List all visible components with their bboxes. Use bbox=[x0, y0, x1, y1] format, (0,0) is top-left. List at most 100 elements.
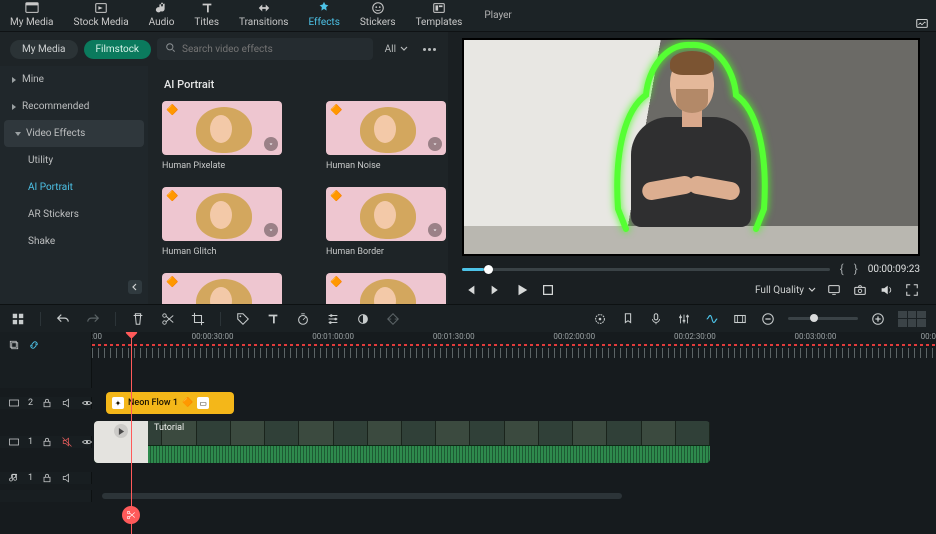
next-frame-button[interactable] bbox=[488, 282, 504, 298]
layout-button[interactable] bbox=[10, 311, 26, 327]
stop-button[interactable] bbox=[540, 282, 556, 298]
mixer-button[interactable] bbox=[676, 311, 692, 327]
tab-my-media[interactable]: My Media bbox=[0, 0, 64, 31]
zoom-fit-button[interactable] bbox=[898, 311, 926, 327]
tab-titles[interactable]: Titles bbox=[184, 0, 229, 31]
templates-icon bbox=[431, 1, 447, 15]
link-icon[interactable] bbox=[28, 339, 40, 351]
voiceover-button[interactable] bbox=[648, 311, 664, 327]
audio-track-head: 1 bbox=[0, 472, 92, 484]
fx-clip[interactable]: ✦ Neon Flow 1 🔶 ▭ bbox=[106, 392, 234, 414]
mark-out[interactable]: } bbox=[854, 262, 858, 276]
tab-label: Titles bbox=[194, 17, 219, 28]
effect-item[interactable]: 🔶 bbox=[162, 273, 282, 304]
volume-button[interactable] bbox=[878, 282, 894, 298]
sidebar-item-video-effects[interactable]: Video Effects bbox=[4, 120, 144, 147]
tab-effects[interactable]: Effects bbox=[298, 0, 349, 31]
keyframe-button[interactable] bbox=[385, 311, 401, 327]
preview-viewport[interactable] bbox=[462, 38, 920, 256]
lock-icon[interactable] bbox=[41, 397, 53, 409]
render-button[interactable] bbox=[592, 311, 608, 327]
progress-track[interactable] bbox=[462, 268, 830, 271]
premium-icon: 🔶 bbox=[330, 277, 342, 288]
sidebar-item-utility[interactable]: Utility bbox=[0, 147, 148, 174]
sidebar-label: AR Stickers bbox=[28, 209, 79, 220]
video-track-body[interactable]: Tutorial bbox=[92, 418, 936, 466]
collapse-sidebar[interactable] bbox=[128, 280, 142, 294]
preview-subject bbox=[596, 39, 786, 239]
zoom-in-button[interactable] bbox=[870, 311, 886, 327]
mute-icon[interactable] bbox=[61, 472, 73, 484]
stickers-icon bbox=[370, 1, 386, 15]
sidebar-item-ai-portrait[interactable]: AI Portrait bbox=[0, 174, 148, 201]
audio-track-body[interactable] bbox=[92, 466, 936, 490]
effect-item[interactable]: 🔶Human Glitch bbox=[162, 187, 282, 257]
zoom-slider[interactable] bbox=[788, 317, 858, 320]
adjust-button[interactable] bbox=[325, 311, 341, 327]
copy-track-icon[interactable] bbox=[8, 339, 20, 351]
more-menu[interactable] bbox=[420, 40, 438, 58]
effect-item[interactable]: 🔶 bbox=[326, 273, 446, 304]
transitions-icon bbox=[256, 1, 272, 15]
display-button[interactable] bbox=[826, 282, 842, 298]
effect-item[interactable]: 🔶Human Pixelate bbox=[162, 101, 282, 171]
search-input[interactable] bbox=[182, 44, 365, 55]
mark-in[interactable]: { bbox=[840, 262, 844, 276]
download-icon[interactable] bbox=[428, 223, 442, 237]
tab-stickers[interactable]: Stickers bbox=[350, 0, 406, 31]
download-icon[interactable] bbox=[264, 223, 278, 237]
filter-all[interactable]: All bbox=[379, 44, 414, 55]
zoom-out-button[interactable] bbox=[760, 311, 776, 327]
sidebar-item-ar-stickers[interactable]: AR Stickers bbox=[0, 201, 148, 228]
redo-button[interactable] bbox=[85, 311, 101, 327]
download-icon[interactable] bbox=[264, 137, 278, 151]
lock-icon[interactable] bbox=[41, 472, 53, 484]
mute-icon[interactable] bbox=[61, 397, 73, 409]
quality-select[interactable]: Full Quality bbox=[755, 285, 816, 296]
speed-button[interactable] bbox=[295, 311, 311, 327]
timeline-scrollbar[interactable] bbox=[92, 490, 936, 502]
fx-track-body[interactable]: ✦ Neon Flow 1 🔶 ▭ bbox=[92, 388, 936, 418]
search-field[interactable] bbox=[157, 38, 373, 60]
crop-dropdown[interactable] bbox=[190, 311, 206, 327]
video-clip-thumb[interactable] bbox=[94, 421, 148, 463]
tag-button[interactable] bbox=[235, 311, 251, 327]
source-my-media[interactable]: My Media bbox=[10, 40, 78, 59]
effect-item[interactable]: 🔶Human Noise bbox=[326, 101, 446, 171]
split-button[interactable] bbox=[160, 311, 176, 327]
tab-templates[interactable]: Templates bbox=[406, 0, 473, 31]
source-filmstock[interactable]: Filmstock bbox=[84, 40, 152, 59]
tab-transitions[interactable]: Transitions bbox=[229, 0, 298, 31]
tab-audio[interactable]: Audio bbox=[139, 0, 185, 31]
sidebar-item-recommended[interactable]: Recommended bbox=[0, 93, 148, 120]
lock-icon[interactable] bbox=[41, 436, 53, 448]
sidebar-item-mine[interactable]: Mine bbox=[0, 66, 148, 93]
playhead[interactable] bbox=[131, 332, 132, 534]
play-button[interactable] bbox=[514, 282, 530, 298]
effect-item[interactable]: 🔶Human Border bbox=[326, 187, 446, 257]
video-clip[interactable] bbox=[94, 421, 710, 463]
tab-stock-media[interactable]: Stock Media bbox=[64, 0, 139, 31]
zoom-knob[interactable] bbox=[810, 314, 818, 322]
snapshot-button[interactable] bbox=[852, 282, 868, 298]
progress-knob[interactable] bbox=[484, 265, 493, 274]
text-button[interactable] bbox=[265, 311, 281, 327]
cut-marker[interactable] bbox=[122, 506, 140, 524]
mute-off-icon[interactable] bbox=[61, 436, 73, 448]
undo-button[interactable] bbox=[55, 311, 71, 327]
color-button[interactable] bbox=[355, 311, 371, 327]
titles-icon bbox=[199, 1, 215, 15]
delete-button[interactable] bbox=[130, 311, 146, 327]
scrollbar-thumb[interactable] bbox=[102, 493, 622, 499]
marker-button[interactable] bbox=[620, 311, 636, 327]
snapshot-gallery-icon[interactable] bbox=[914, 15, 930, 31]
track-size-button[interactable] bbox=[732, 311, 748, 327]
sidebar-item-shake[interactable]: Shake bbox=[0, 228, 148, 255]
timeline: 00:0000:00:30:0000:01:00:0000:01:30:0000… bbox=[0, 332, 936, 534]
track-id: 1 bbox=[28, 473, 33, 483]
prev-frame-button[interactable] bbox=[462, 282, 478, 298]
auto-beat-button[interactable] bbox=[704, 311, 720, 327]
time-ruler[interactable]: 00:0000:00:30:0000:01:00:0000:01:30:0000… bbox=[92, 332, 936, 358]
fullscreen-button[interactable] bbox=[904, 282, 920, 298]
download-icon[interactable] bbox=[428, 137, 442, 151]
